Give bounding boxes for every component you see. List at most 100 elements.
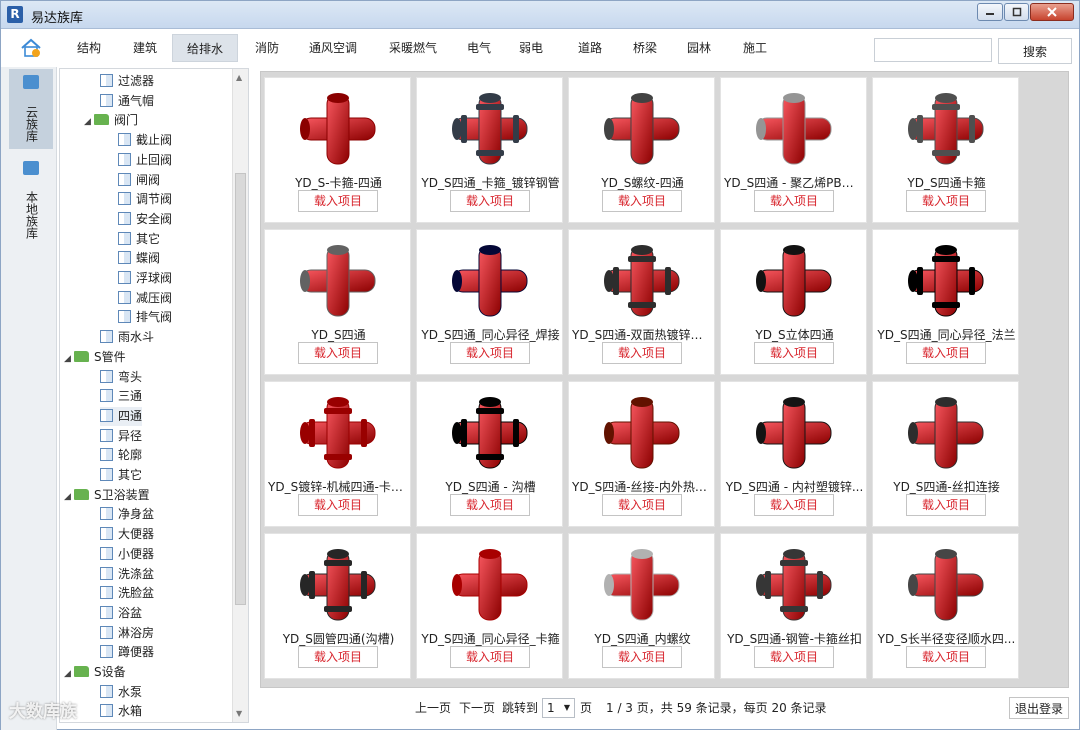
- family-thumbnail[interactable]: [293, 88, 383, 168]
- family-thumbnail[interactable]: [749, 544, 839, 624]
- family-thumbnail[interactable]: [597, 392, 687, 472]
- family-thumbnail[interactable]: [445, 88, 535, 168]
- tree-item[interactable]: 浴盆: [100, 604, 142, 623]
- family-card[interactable]: YD_S四通_卡箍_镀锌钢管 载入项目: [416, 77, 563, 223]
- tab-3[interactable]: 消防: [244, 34, 290, 62]
- family-card[interactable]: YD_S四通-丝扣连接 载入项目: [872, 381, 1019, 527]
- load-into-project-button[interactable]: 载入项目: [450, 646, 530, 668]
- family-card[interactable]: YD_S-卡箍-四通 载入项目: [264, 77, 411, 223]
- tab-9[interactable]: 桥梁: [623, 34, 667, 62]
- tree-item[interactable]: 其它: [118, 230, 160, 249]
- load-into-project-button[interactable]: 载入项目: [906, 646, 986, 668]
- tree-item[interactable]: 弯头: [100, 368, 142, 387]
- tree-item[interactable]: 异径: [100, 427, 142, 446]
- tree-item[interactable]: 蹲便器: [100, 643, 154, 662]
- tree-item[interactable]: 小便器: [100, 545, 154, 564]
- tree-folder[interactable]: ◢ S设备: [64, 663, 126, 682]
- family-thumbnail[interactable]: [597, 88, 687, 168]
- load-into-project-button[interactable]: 载入项目: [906, 342, 986, 364]
- tab-11[interactable]: 施工: [733, 34, 777, 62]
- tree-item[interactable]: 雨水斗: [100, 328, 154, 347]
- expand-arrow-icon[interactable]: ◢: [64, 488, 74, 507]
- tree-scrollbar[interactable]: ▲ ▼: [232, 69, 248, 722]
- family-thumbnail[interactable]: [293, 392, 383, 472]
- close-button[interactable]: [1030, 3, 1074, 21]
- tree-item[interactable]: 洗脸盆: [100, 584, 154, 603]
- tab-2[interactable]: 给排水: [172, 34, 238, 62]
- family-card[interactable]: YD_S四通_同心异径_卡箍 载入项目: [416, 533, 563, 679]
- family-card[interactable]: YD_S圆管四通(沟槽) 载入项目: [264, 533, 411, 679]
- logout-button[interactable]: 退出登录: [1009, 697, 1069, 719]
- family-thumbnail[interactable]: [749, 240, 839, 320]
- next-page-link[interactable]: 下一页: [459, 699, 495, 717]
- tab-10[interactable]: 园林: [677, 34, 721, 62]
- cloud-library-button[interactable]: 云族库: [9, 69, 53, 149]
- family-card[interactable]: YD_S四通 - 沟槽 载入项目: [416, 381, 563, 527]
- family-card[interactable]: YD_S长半径变径顺水四... 载入项目: [872, 533, 1019, 679]
- family-thumbnail[interactable]: [445, 240, 535, 320]
- family-thumbnail[interactable]: [597, 240, 687, 320]
- tree-folder[interactable]: ◢ S卫浴装置: [64, 486, 150, 505]
- family-card[interactable]: YD_S四通_同心异径_焊接 载入项目: [416, 229, 563, 375]
- family-thumbnail[interactable]: [901, 392, 991, 472]
- load-into-project-button[interactable]: 载入项目: [602, 190, 682, 212]
- family-card[interactable]: YD_S四通 - 聚乙烯PB管... 载入项目: [720, 77, 867, 223]
- tree-item[interactable]: 调节阀: [118, 190, 172, 209]
- load-into-project-button[interactable]: 载入项目: [450, 190, 530, 212]
- tree-item[interactable]: 轮廓: [100, 446, 142, 465]
- expand-arrow-icon[interactable]: ◢: [64, 350, 74, 369]
- load-into-project-button[interactable]: 载入项目: [602, 494, 682, 516]
- search-input[interactable]: [874, 38, 992, 62]
- expand-arrow-icon[interactable]: ◢: [64, 665, 74, 684]
- tree-item[interactable]: 减压阀: [118, 289, 172, 308]
- prev-page-link[interactable]: 上一页: [415, 699, 451, 717]
- tree-item[interactable]: 截止阀: [118, 131, 172, 150]
- maximize-button[interactable]: [1004, 3, 1029, 21]
- family-thumbnail[interactable]: [749, 392, 839, 472]
- tree-item[interactable]: 四通: [100, 406, 143, 426]
- tab-0[interactable]: 结构: [67, 34, 111, 62]
- family-thumbnail[interactable]: [445, 544, 535, 624]
- home-icon[interactable]: [19, 36, 43, 60]
- tree-item[interactable]: 排气阀: [118, 308, 172, 327]
- family-card[interactable]: YD_S镀锌-机械四通-卡箍... 载入项目: [264, 381, 411, 527]
- load-into-project-button[interactable]: 载入项目: [754, 342, 834, 364]
- family-card[interactable]: YD_S四通-双面热镀锌钢... 载入项目: [568, 229, 715, 375]
- tree-item[interactable]: 淋浴房: [100, 624, 154, 643]
- tab-4[interactable]: 通风空调: [298, 34, 368, 62]
- tree-item[interactable]: 洗涤盆: [100, 565, 154, 584]
- tree-item[interactable]: 通气帽: [100, 92, 154, 111]
- tab-6[interactable]: 电气: [457, 34, 501, 62]
- scroll-up-icon[interactable]: ▲: [236, 73, 242, 82]
- tree-folder[interactable]: ◢ S管件: [64, 348, 126, 367]
- local-library-button[interactable]: 本地族库: [9, 155, 53, 245]
- tab-7[interactable]: 弱电: [509, 34, 553, 62]
- tree-item[interactable]: 浮球阀: [118, 269, 172, 288]
- tree-folder[interactable]: ◢ 阀门: [84, 111, 138, 130]
- tree-item[interactable]: 安全阀: [118, 210, 172, 229]
- load-into-project-button[interactable]: 载入项目: [754, 646, 834, 668]
- page-select[interactable]: 1 ▼: [542, 698, 575, 718]
- family-card[interactable]: YD_S四通 - 内衬塑镀锌... 载入项目: [720, 381, 867, 527]
- load-into-project-button[interactable]: 载入项目: [754, 494, 834, 516]
- family-card[interactable]: YD_S螺纹-四通 载入项目: [568, 77, 715, 223]
- tab-1[interactable]: 建筑: [123, 34, 167, 62]
- family-card[interactable]: YD_S四通-丝接-内外热浸... 载入项目: [568, 381, 715, 527]
- load-into-project-button[interactable]: 载入项目: [450, 342, 530, 364]
- family-thumbnail[interactable]: [597, 544, 687, 624]
- load-into-project-button[interactable]: 载入项目: [906, 190, 986, 212]
- family-card[interactable]: YD_S立体四通 载入项目: [720, 229, 867, 375]
- tree-item[interactable]: 止回阀: [118, 151, 172, 170]
- load-into-project-button[interactable]: 载入项目: [602, 342, 682, 364]
- tab-5[interactable]: 采暖燃气: [378, 34, 448, 62]
- search-button[interactable]: 搜索: [998, 38, 1072, 64]
- family-thumbnail[interactable]: [293, 240, 383, 320]
- load-into-project-button[interactable]: 载入项目: [602, 646, 682, 668]
- tab-8[interactable]: 道路: [568, 34, 612, 62]
- scroll-thumb[interactable]: [235, 173, 246, 605]
- tree-item[interactable]: 水箱: [100, 702, 142, 721]
- family-card[interactable]: YD_S四通_内螺纹 载入项目: [568, 533, 715, 679]
- load-into-project-button[interactable]: 载入项目: [298, 190, 378, 212]
- load-into-project-button[interactable]: 载入项目: [298, 494, 378, 516]
- tree-item[interactable]: 蝶阀: [118, 249, 160, 268]
